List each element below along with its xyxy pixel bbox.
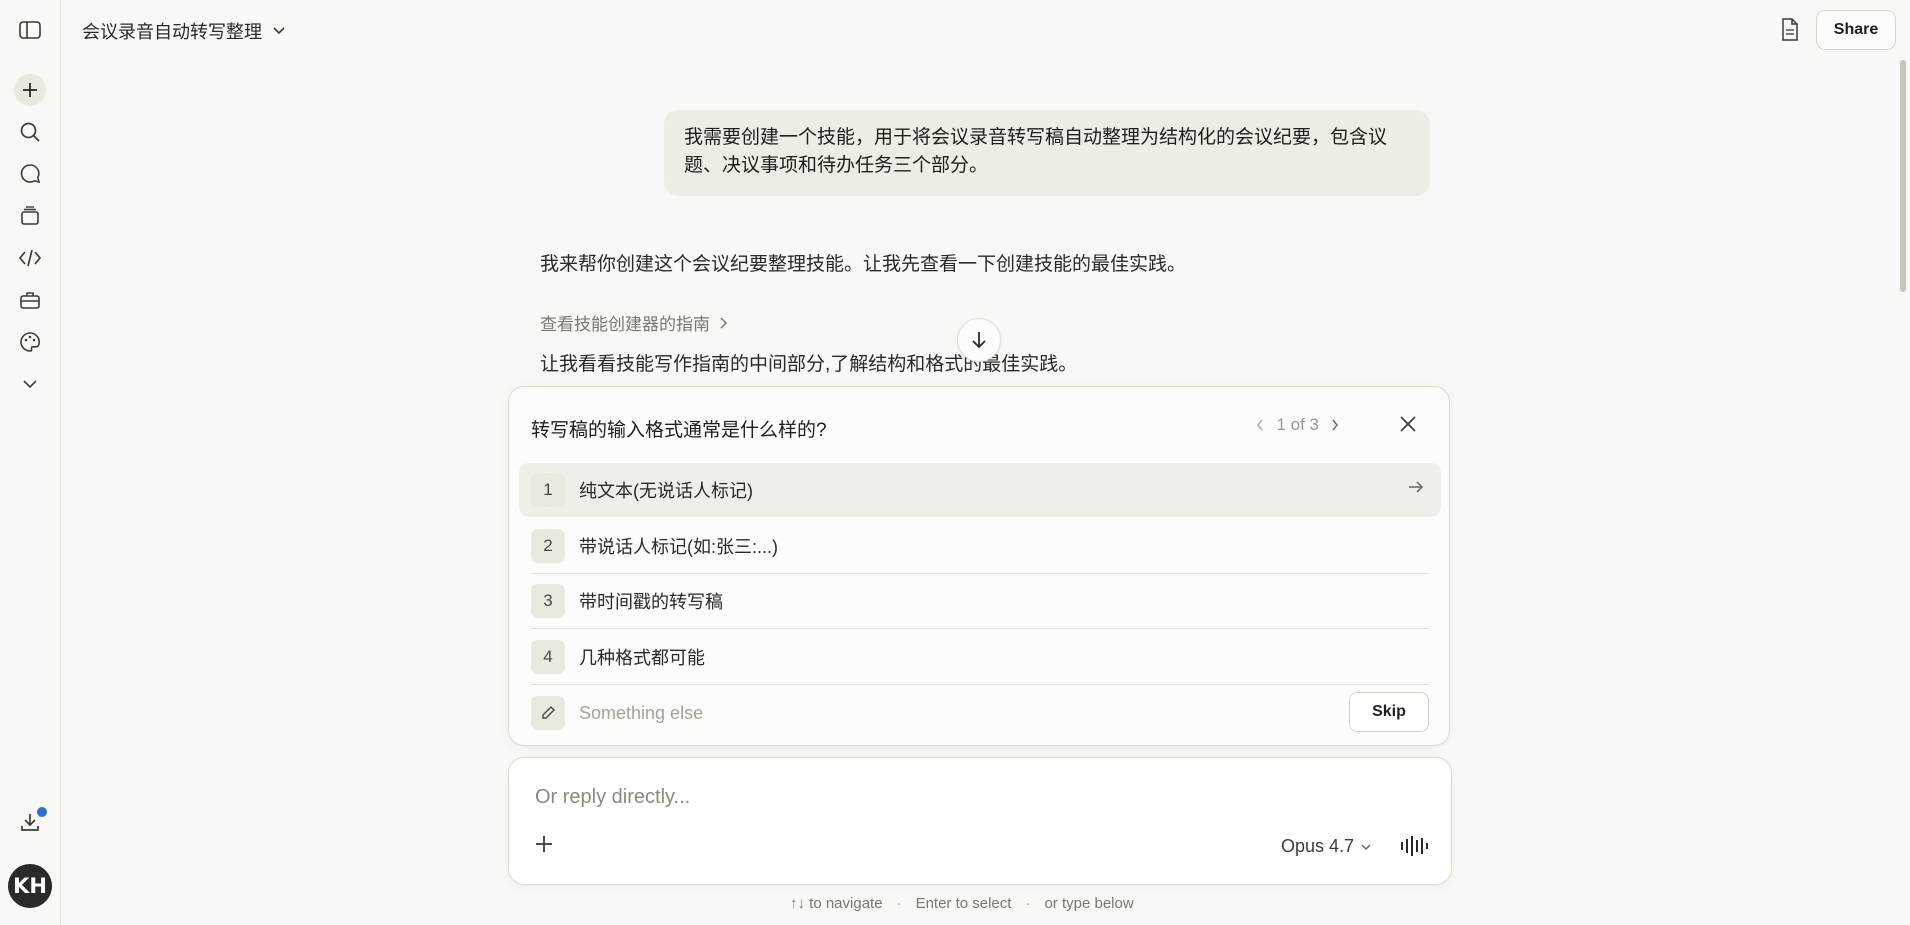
palette-icon[interactable] xyxy=(14,326,46,358)
hint-separator: · xyxy=(896,895,902,912)
tool-call-link[interactable]: 查看技能创建器的指南 xyxy=(540,310,728,335)
option-number: 1 xyxy=(531,473,565,507)
scrollbar[interactable] xyxy=(1900,60,1906,292)
tool-call-label: 查看技能创建器的指南 xyxy=(540,315,710,334)
something-else-placeholder: Something else xyxy=(579,702,704,723)
hint-navigate: ↑↓ to navigate xyxy=(790,895,883,912)
hint-separator: · xyxy=(1025,895,1031,912)
sidebar-toggle-icon[interactable] xyxy=(14,14,46,46)
plus-icon xyxy=(23,83,37,97)
code-icon[interactable] xyxy=(14,242,46,274)
user-message: 我需要创建一个技能，用于将会议录音转写稿自动整理为结构化的会议纪要，包含议题、决… xyxy=(664,110,1430,196)
voice-icon[interactable] xyxy=(1399,834,1429,860)
chevron-down-icon xyxy=(273,27,285,35)
avatar[interactable]: KH xyxy=(8,864,52,908)
projects-icon[interactable] xyxy=(14,200,46,232)
toolbox-icon[interactable] xyxy=(14,284,46,316)
assistant-message: 我来帮你创建这个会议纪要整理技能。让我先查看一下创建技能的最佳实践。 xyxy=(540,254,1187,275)
reply-composer[interactable]: Or reply directly... Opus 4.7 xyxy=(508,757,1452,885)
question-card: 转写稿的输入格式通常是什么样的? 1 of 3 1 纯文本(无说话人标记) 2 … xyxy=(508,386,1450,746)
hint-select: Enter to select xyxy=(915,895,1012,912)
chevron-left-icon[interactable] xyxy=(1256,418,1264,432)
option-label: 纯文本(无说话人标记) xyxy=(579,481,753,501)
scroll-to-bottom-button[interactable] xyxy=(957,318,1001,362)
chat-title: 会议录音自动转写整理 xyxy=(82,22,262,42)
new-chat-button[interactable] xyxy=(14,74,46,106)
document-icon[interactable] xyxy=(1780,18,1802,42)
plus-icon[interactable] xyxy=(533,833,559,859)
option-1[interactable]: 1 纯文本(无说话人标记) xyxy=(519,463,1441,517)
chat-icon[interactable] xyxy=(14,158,46,190)
skip-button[interactable]: Skip xyxy=(1349,692,1429,732)
something-else-field[interactable]: Something else xyxy=(519,686,1319,740)
option-number: 4 xyxy=(531,640,565,674)
notification-dot xyxy=(35,805,49,819)
option-3[interactable]: 3 带时间戳的转写稿 xyxy=(519,574,1441,628)
chevron-down-icon[interactable] xyxy=(14,368,46,400)
chevron-down-icon xyxy=(1361,844,1371,850)
model-label: Opus 4.7 xyxy=(1281,836,1355,856)
keyboard-hints: ↑↓ to navigate · Enter to select · or ty… xyxy=(790,895,1134,912)
share-button[interactable]: Share xyxy=(1816,10,1896,50)
option-label: 几种格式都可能 xyxy=(579,648,705,668)
question-pager: 1 of 3 xyxy=(1256,415,1339,435)
divider xyxy=(531,684,1429,685)
pencil-icon xyxy=(531,696,565,730)
option-label: 带时间戳的转写稿 xyxy=(579,592,723,612)
reply-input-placeholder[interactable]: Or reply directly... xyxy=(535,786,690,809)
chat-title-dropdown[interactable]: 会议录音自动转写整理 xyxy=(82,18,286,44)
arrow-down-icon xyxy=(972,332,986,349)
option-number: 2 xyxy=(531,529,565,563)
sidebar: KH xyxy=(0,0,61,925)
chevron-right-icon xyxy=(720,316,728,329)
arrow-right-icon xyxy=(1409,481,1424,493)
option-2[interactable]: 2 带说话人标记(如:张三:...) xyxy=(519,519,1441,573)
model-selector[interactable]: Opus 4.7 xyxy=(1281,836,1372,857)
option-label: 带说话人标记(如:张三:...) xyxy=(579,537,778,557)
pager-label: 1 of 3 xyxy=(1276,415,1319,434)
question-title: 转写稿的输入格式通常是什么样的? xyxy=(531,420,827,441)
option-4[interactable]: 4 几种格式都可能 xyxy=(519,630,1441,684)
chevron-right-icon[interactable] xyxy=(1331,418,1339,432)
close-icon[interactable] xyxy=(1397,413,1423,439)
hint-type: or type below xyxy=(1044,895,1134,912)
option-number: 3 xyxy=(531,584,565,618)
divider xyxy=(531,628,1429,629)
search-icon[interactable] xyxy=(14,116,46,148)
